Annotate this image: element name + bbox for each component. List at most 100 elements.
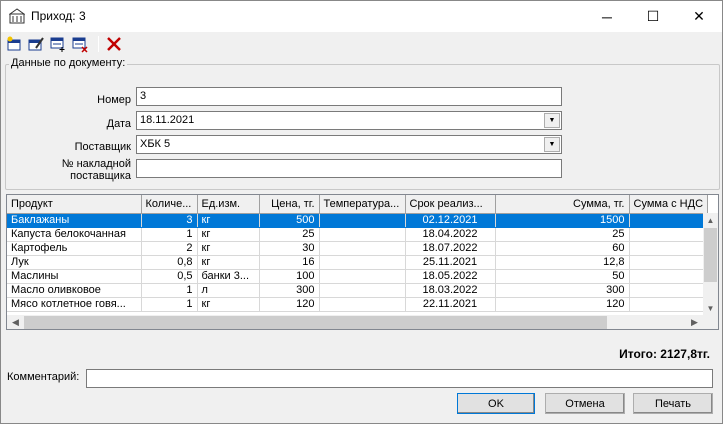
column-header[interactable]: Срок реализ... xyxy=(405,195,496,214)
table-cell[interactable] xyxy=(629,269,709,284)
table-row[interactable]: Картофель 2 кг 30 18.07.2022 60 xyxy=(7,241,709,256)
table-cell[interactable]: 30 xyxy=(259,241,320,256)
table-cell[interactable]: 60 xyxy=(495,241,630,256)
table-cell[interactable]: кг xyxy=(197,255,260,270)
table-cell[interactable] xyxy=(629,283,709,298)
date-field[interactable]: 18.11.2021 xyxy=(136,111,562,130)
table-cell[interactable]: Масло оливковое xyxy=(7,283,142,298)
table-cell[interactable]: 1 xyxy=(141,227,198,242)
vertical-scrollbar[interactable]: ▲ ▼ xyxy=(703,213,718,316)
close-button[interactable]: ✕ xyxy=(676,1,722,32)
table-cell[interactable] xyxy=(319,283,406,298)
table-cell[interactable]: 120 xyxy=(259,297,320,312)
table-cell[interactable]: л xyxy=(197,283,260,298)
table-cell[interactable]: кг xyxy=(197,241,260,256)
table-cell[interactable]: 25.11.2021 xyxy=(405,255,496,270)
vertical-scroll-thumb[interactable] xyxy=(704,228,717,282)
edit-icon[interactable] xyxy=(27,35,45,53)
table-cell[interactable] xyxy=(319,227,406,242)
table-cell[interactable] xyxy=(629,241,709,256)
table-cell[interactable]: Картофель xyxy=(7,241,142,256)
column-header[interactable]: Сумма, тг. xyxy=(495,195,630,214)
table-cell[interactable]: 02.12.2021 xyxy=(405,213,496,228)
supplier-dropdown-icon[interactable]: ▼ xyxy=(544,137,560,152)
table-cell[interactable]: Капуста белокочанная xyxy=(7,227,142,242)
table-cell[interactable]: 300 xyxy=(259,283,320,298)
column-header[interactable]: Сумма с НДС xyxy=(629,195,709,214)
new-icon[interactable] xyxy=(5,35,23,53)
table-cell[interactable]: кг xyxy=(197,213,260,228)
table-cell[interactable]: 50 xyxy=(495,269,630,284)
table-cell[interactable]: Баклажаны xyxy=(7,213,142,228)
scroll-down-icon[interactable]: ▼ xyxy=(703,301,718,316)
delete-row-icon[interactable] xyxy=(71,35,89,53)
ok-button[interactable]: OK xyxy=(457,393,535,414)
table-cell[interactable]: 25 xyxy=(259,227,320,242)
cancel-button[interactable]: Отмена xyxy=(545,393,625,414)
table-cell[interactable]: 120 xyxy=(495,297,630,312)
table-cell[interactable]: 16 xyxy=(259,255,320,270)
table-cell[interactable]: 3 xyxy=(141,213,198,228)
horizontal-scroll-thumb[interactable] xyxy=(24,316,607,329)
table-cell[interactable]: 0,5 xyxy=(141,269,198,284)
table-cell[interactable]: 18.04.2022 xyxy=(405,227,496,242)
print-button[interactable]: Печать xyxy=(633,393,713,414)
table-cell[interactable]: Лук xyxy=(7,255,142,270)
comment-field[interactable] xyxy=(86,369,713,388)
invoice-field[interactable] xyxy=(136,159,562,178)
scroll-right-icon[interactable]: ▶ xyxy=(686,315,703,329)
table-cell[interactable]: 0,8 xyxy=(141,255,198,270)
number-field[interactable]: 3 xyxy=(136,87,562,106)
table-cell[interactable] xyxy=(319,241,406,256)
table-cell[interactable]: Маслины xyxy=(7,269,142,284)
horizontal-scrollbar[interactable]: ◀ ▶ xyxy=(7,315,703,329)
table-cell[interactable]: 12,8 xyxy=(495,255,630,270)
table-cell[interactable]: 500 xyxy=(259,213,320,228)
table-cell[interactable] xyxy=(319,213,406,228)
table-cell[interactable]: 1500 xyxy=(495,213,630,228)
table-cell[interactable]: 1 xyxy=(141,283,198,298)
column-header[interactable]: Продукт xyxy=(7,195,142,214)
products-grid[interactable]: Продукт Количе... Ед.изм. Цена, тг. Темп… xyxy=(6,194,719,330)
table-row[interactable]: Маслины 0,5 банки 3... 100 18.05.2022 50 xyxy=(7,269,709,284)
table-cell[interactable] xyxy=(319,255,406,270)
window-title: Приход: 3 xyxy=(31,9,86,23)
table-cell[interactable] xyxy=(629,255,709,270)
supplier-field[interactable]: ХБК 5 xyxy=(136,135,562,154)
table-row[interactable]: Лук 0,8 кг 16 25.11.2021 12,8 xyxy=(7,255,709,270)
table-cell[interactable]: Мясо котлетное говя... xyxy=(7,297,142,312)
toolbar xyxy=(1,32,722,56)
table-row[interactable]: Баклажаны 3 кг 500 02.12.2021 1500 xyxy=(7,213,709,228)
maximize-button[interactable]: ☐ xyxy=(630,1,676,32)
delete-icon[interactable] xyxy=(105,35,123,53)
table-cell[interactable]: 2 xyxy=(141,241,198,256)
table-cell[interactable] xyxy=(319,269,406,284)
table-cell[interactable]: 25 xyxy=(495,227,630,242)
table-row[interactable]: Мясо котлетное говя... 1 кг 120 22.11.2021 12… xyxy=(7,297,709,312)
column-header[interactable]: Цена, тг. xyxy=(259,195,320,214)
scroll-up-icon[interactable]: ▲ xyxy=(703,213,718,228)
table-cell[interactable] xyxy=(319,297,406,312)
table-row[interactable]: Капуста белокочанная 1 кг 25 18.04.2022 25 xyxy=(7,227,709,242)
add-row-icon[interactable] xyxy=(49,35,67,53)
table-cell[interactable]: 18.07.2022 xyxy=(405,241,496,256)
table-cell[interactable] xyxy=(629,227,709,242)
table-cell[interactable]: 18.03.2022 xyxy=(405,283,496,298)
column-header[interactable]: Температура... xyxy=(319,195,406,214)
table-cell[interactable] xyxy=(629,297,709,312)
date-dropdown-icon[interactable]: ▼ xyxy=(544,113,560,128)
table-cell[interactable]: кг xyxy=(197,227,260,242)
table-cell[interactable] xyxy=(629,213,709,228)
table-cell[interactable]: 18.05.2022 xyxy=(405,269,496,284)
minimize-button[interactable]: ─ xyxy=(584,1,630,32)
table-cell[interactable]: банки 3... xyxy=(197,269,260,284)
table-row[interactable]: Масло оливковое 1 л 300 18.03.2022 300 xyxy=(7,283,709,298)
table-cell[interactable]: кг xyxy=(197,297,260,312)
scroll-left-icon[interactable]: ◀ xyxy=(7,315,24,329)
table-cell[interactable]: 1 xyxy=(141,297,198,312)
table-cell[interactable]: 22.11.2021 xyxy=(405,297,496,312)
column-header[interactable]: Количе... xyxy=(141,195,198,214)
column-header[interactable]: Ед.изм. xyxy=(197,195,260,214)
table-cell[interactable]: 100 xyxy=(259,269,320,284)
table-cell[interactable]: 300 xyxy=(495,283,630,298)
